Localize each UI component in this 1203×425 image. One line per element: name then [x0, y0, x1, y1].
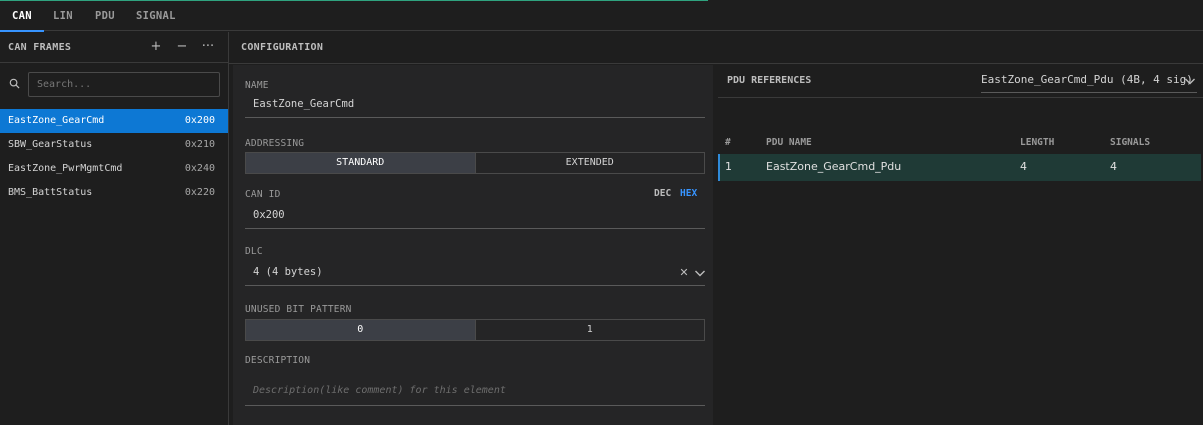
ellipsis-icon[interactable]: ···: [200, 38, 216, 56]
tab-signal[interactable]: SIGNAL: [136, 0, 176, 31]
pdu-references-panel: PDU REFERENCES EastZone_GearCmd_Pdu (4B,…: [713, 65, 1203, 425]
dec-format-button[interactable]: DEC: [654, 188, 671, 199]
pdu-references-header: PDU REFERENCES EastZone_GearCmd_Pdu (4B,…: [718, 65, 1203, 98]
minus-icon[interactable]: −: [174, 38, 190, 56]
list-item[interactable]: EastZone_GearCmd 0x200: [0, 109, 228, 133]
addressing-toggle: STANDARD EXTENDED: [245, 152, 705, 174]
description-placeholder: Description(like comment) for this eleme…: [253, 385, 506, 396]
pdu-select-dropdown[interactable]: EastZone_GearCmd_Pdu (4B, 4 sig): [981, 69, 1197, 93]
name-value: EastZone_GearCmd: [253, 98, 355, 110]
top-tab-bar: CAN LIN PDU SIGNAL: [0, 0, 1203, 32]
search-icon: [9, 78, 20, 89]
configuration-form: NAME EastZone_GearCmd ADDRESSING STANDAR…: [233, 65, 713, 425]
column-header-length: LENGTH: [1020, 137, 1055, 148]
row-pdu-name: EastZone_GearCmd_Pdu: [766, 160, 902, 173]
frame-name: EastZone_PwrMgmtCmd: [8, 163, 123, 174]
configuration-title: CONFIGURATION: [241, 42, 324, 53]
pdu-select-value: EastZone_GearCmd_Pdu (4B, 4 sig): [981, 73, 1193, 86]
dlc-select[interactable]: 4 (4 bytes) ✕: [245, 262, 705, 286]
tab-pdu[interactable]: PDU: [95, 0, 115, 31]
search-input[interactable]: [28, 72, 220, 97]
row-index: 1: [725, 160, 732, 173]
column-header-pdu-name: PDU NAME: [766, 137, 812, 148]
dlc-value: 4 (4 bytes): [253, 266, 323, 278]
row-signals: 4: [1110, 160, 1117, 173]
configuration-panel: CONFIGURATION NAME EastZone_GearCmd ADDR…: [229, 32, 1203, 425]
column-header-index: #: [725, 137, 731, 148]
bit-pattern-0-button[interactable]: 0: [246, 320, 475, 340]
tab-lin[interactable]: LIN: [53, 0, 73, 31]
frame-name: SBW_GearStatus: [8, 139, 93, 150]
frame-id: 0x210: [184, 139, 215, 150]
can-id-field[interactable]: 0x200: [245, 205, 705, 229]
can-frames-panel: CAN FRAMES + − ··· EastZone_GearCmd 0x20…: [0, 32, 229, 425]
name-field[interactable]: EastZone_GearCmd: [245, 94, 705, 118]
frame-name: BMS_BattStatus: [8, 187, 93, 198]
unused-bit-pattern-toggle: 0 1: [245, 319, 705, 341]
pdu-references-title: PDU REFERENCES: [727, 75, 812, 86]
frame-id: 0x240: [184, 163, 215, 174]
frame-id: 0x220: [184, 187, 215, 198]
column-header-signals: SIGNALS: [1110, 137, 1151, 148]
close-icon[interactable]: ✕: [677, 266, 691, 280]
tab-can[interactable]: CAN: [0, 0, 44, 32]
addressing-extended-button[interactable]: EXTENDED: [474, 153, 705, 173]
frame-name: EastZone_GearCmd: [8, 115, 105, 126]
can-id-label: CAN ID: [245, 189, 281, 200]
bit-pattern-1-button[interactable]: 1: [474, 320, 705, 340]
dlc-label: DLC: [245, 246, 263, 257]
list-item[interactable]: BMS_BattStatus 0x220: [0, 181, 228, 205]
addressing-standard-button[interactable]: STANDARD: [246, 153, 475, 173]
frame-list: EastZone_GearCmd 0x200 SBW_GearStatus 0x…: [0, 109, 228, 205]
description-label: DESCRIPTION: [245, 355, 311, 366]
frame-id: 0x200: [184, 115, 215, 126]
description-field[interactable]: Description(like comment) for this eleme…: [245, 381, 705, 406]
addressing-label: ADDRESSING: [245, 138, 305, 149]
can-frames-title: CAN FRAMES: [8, 42, 72, 53]
row-length: 4: [1020, 160, 1027, 173]
plus-icon[interactable]: +: [148, 38, 164, 56]
list-item[interactable]: SBW_GearStatus 0x210: [0, 133, 228, 157]
list-item[interactable]: EastZone_PwrMgmtCmd 0x240: [0, 157, 228, 181]
unused-bit-pattern-label: UNUSED BIT PATTERN: [245, 304, 352, 315]
configuration-header: CONFIGURATION: [229, 32, 1203, 64]
can-frames-header: CAN FRAMES + − ···: [0, 32, 228, 63]
hex-format-button[interactable]: HEX: [680, 188, 697, 199]
search-box: [0, 72, 228, 97]
chevron-down-icon[interactable]: [693, 266, 707, 280]
can-id-value: 0x200: [253, 209, 285, 221]
name-label: NAME: [245, 80, 269, 91]
chevron-down-icon: [1185, 78, 1195, 85]
table-row[interactable]: 1 EastZone_GearCmd_Pdu 4 4: [718, 154, 1201, 181]
